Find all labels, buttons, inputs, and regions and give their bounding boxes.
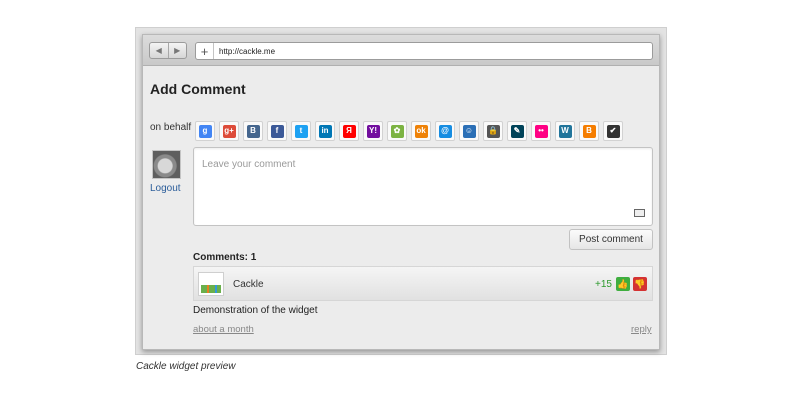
comment-author[interactable]: Cackle xyxy=(233,279,264,290)
blogger-icon: B xyxy=(582,124,596,138)
post-comment-button[interactable]: Post comment xyxy=(569,229,653,250)
provider-button[interactable]: 🔒 xyxy=(483,121,503,141)
reply-link[interactable]: reply xyxy=(631,324,652,335)
wordpress-icon: W xyxy=(558,124,572,138)
livejournal-icon: ✎ xyxy=(510,124,524,138)
provider-button[interactable]: g xyxy=(195,121,215,141)
linkedin-icon: in xyxy=(318,124,332,138)
provider-button[interactable]: B xyxy=(243,121,263,141)
provider-button[interactable]: B xyxy=(579,121,599,141)
provider-button[interactable]: •• xyxy=(531,121,551,141)
forward-arrow-icon[interactable]: ▶ xyxy=(167,43,187,58)
browser-window: ◀ ▶ + http://cackle.me Add Comment on be… xyxy=(142,34,660,350)
back-arrow-icon[interactable]: ◀ xyxy=(150,43,168,58)
checkmark-icon: ✔ xyxy=(606,124,620,138)
vote-score: +15 xyxy=(595,279,612,290)
myworld-icon: ✿ xyxy=(390,124,404,138)
provider-button[interactable]: W xyxy=(555,121,575,141)
provider-button[interactable]: Y! xyxy=(363,121,383,141)
provider-button[interactable]: g+ xyxy=(219,121,239,141)
odnoklassniki-icon: ok xyxy=(414,124,428,138)
thumbs-up-icon[interactable]: 👍 xyxy=(616,277,630,291)
provider-button[interactable]: in xyxy=(315,121,335,141)
yahoo-icon: Y! xyxy=(366,124,380,138)
logout-link[interactable]: Logout xyxy=(150,183,181,194)
comment-author-avatar xyxy=(198,272,224,296)
mailru-icon: @ xyxy=(438,124,452,138)
provider-button[interactable]: ☺ xyxy=(459,121,479,141)
openid-lock-icon: 🔒 xyxy=(486,124,500,138)
plus-icon[interactable]: + xyxy=(196,43,214,59)
address-url[interactable]: http://cackle.me xyxy=(214,47,275,56)
provider-button[interactable]: ✎ xyxy=(507,121,527,141)
flickr-icon: •• xyxy=(534,124,548,138)
provider-button[interactable]: f xyxy=(267,121,287,141)
google-icon: g xyxy=(198,124,212,138)
preview-frame: ◀ ▶ + http://cackle.me Add Comment on be… xyxy=(135,27,667,355)
thumbs-down-icon[interactable]: 👎 xyxy=(633,277,647,291)
comment-input[interactable]: Leave your comment xyxy=(193,147,653,226)
google-plus-icon: g+ xyxy=(222,124,236,138)
browser-toolbar: ◀ ▶ + http://cackle.me xyxy=(143,35,659,66)
image-icon[interactable] xyxy=(634,209,645,217)
yandex-icon: Я xyxy=(342,124,356,138)
page-title: Add Comment xyxy=(150,81,246,97)
image-caption: Cackle widget preview xyxy=(136,361,236,372)
provider-button[interactable]: @ xyxy=(435,121,455,141)
provider-button[interactable]: ok xyxy=(411,121,431,141)
comments-count: Comments: 1 xyxy=(193,252,257,263)
nav-buttons: ◀ ▶ xyxy=(149,42,187,59)
address-bar[interactable]: + http://cackle.me xyxy=(195,42,653,60)
vkontakte-icon: B xyxy=(246,124,260,138)
provider-button[interactable]: ✿ xyxy=(387,121,407,141)
comment-placeholder: Leave your comment xyxy=(202,159,296,170)
provider-button[interactable]: Я xyxy=(339,121,359,141)
facebook-icon: f xyxy=(270,124,284,138)
provider-button[interactable]: t xyxy=(291,121,311,141)
avatar xyxy=(152,150,181,179)
login-providers: g g+ Bf t in Я Y! ✿ ok @ ☺ 🔒 ✎ •• W B ✔ xyxy=(195,121,623,141)
twitter-icon: t xyxy=(294,124,308,138)
comment-item: Cackle +15 👍 👎 xyxy=(193,266,653,301)
comment-timestamp[interactable]: about a month xyxy=(193,324,254,335)
provider-button[interactable]: ✔ xyxy=(603,121,623,141)
rambler-icon: ☺ xyxy=(462,124,476,138)
comment-text: Demonstration of the widget xyxy=(193,305,318,316)
on-behalf-label: on behalf xyxy=(150,122,192,133)
